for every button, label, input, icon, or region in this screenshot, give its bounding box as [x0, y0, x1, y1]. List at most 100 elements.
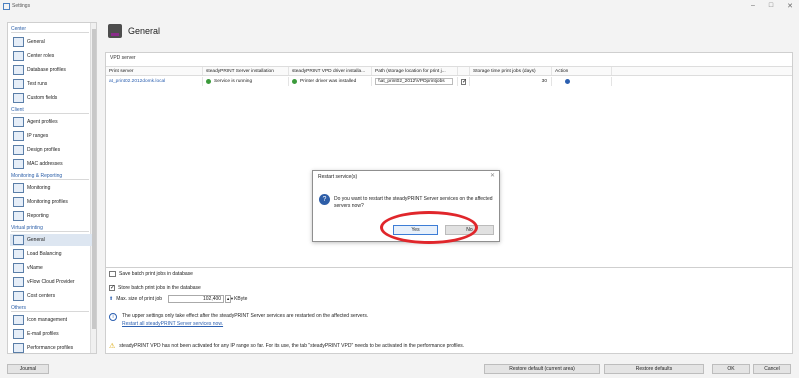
monitor-icon	[13, 183, 24, 193]
group-monitoring: Monitoring & Reporting	[11, 173, 89, 180]
max-size-row: ⬆ Max. size of print job 102,400 ▲▼ KByte	[109, 295, 247, 303]
users-icon	[13, 51, 24, 61]
info-row: i The upper settings only take effect aft…	[109, 313, 368, 327]
restore-defaults-button[interactable]: Restore defaults	[604, 364, 704, 374]
max-size-spinner[interactable]: ▲▼	[225, 295, 234, 303]
restore-current-button[interactable]: Restore default (current area)	[484, 364, 600, 374]
sidebar-item-design-profiles[interactable]: Design profiles	[13, 144, 91, 156]
vname-icon	[13, 263, 24, 273]
sidebar-item-email-profiles[interactable]: E-mail profiles	[13, 328, 91, 340]
window-title: Settings	[12, 3, 31, 9]
sidebar-item-label: Reporting	[27, 213, 49, 219]
minimize-button[interactable]: –	[751, 2, 755, 10]
sidebar-item-monitoring-profiles[interactable]: Monitoring profiles	[13, 196, 91, 208]
highlight-ellipse	[380, 211, 478, 244]
storage-days[interactable]: 30	[470, 77, 552, 86]
sidebar-scroll-thumb[interactable]	[92, 29, 96, 329]
vpd-server-section: VPD server Print server steadyPRINT Serv…	[105, 52, 793, 284]
path-cell: \\at_print02_2012\VPDprintjobs	[372, 77, 458, 86]
balance-icon	[13, 249, 24, 259]
sidebar-item-label: Center roles	[27, 53, 55, 59]
sidebar-item-label: MAC addresses	[27, 161, 63, 167]
sidebar-item-custom-fields[interactable]: Custom fields	[13, 92, 91, 104]
table-row[interactable]: at_print02.2012domk.local Service is run…	[106, 77, 792, 86]
cancel-button[interactable]: Cancel	[753, 364, 791, 374]
fields-icon	[13, 93, 24, 103]
sidebar-item-reporting[interactable]: Reporting	[13, 210, 91, 222]
info-text: The upper settings only take effect afte…	[122, 313, 369, 319]
max-size-label: Max. size of print job	[116, 296, 163, 302]
col-storage-time[interactable]: Storage time print jobs (days)	[470, 67, 552, 75]
path-input[interactable]: \\at_print02_2012\VPDprintjobs	[375, 78, 453, 85]
dialog-title: Restart service(s)	[318, 174, 358, 180]
sidebar-item-database-profiles[interactable]: Database profiles	[13, 64, 91, 76]
sidebar-item-label: Monitoring profiles	[27, 199, 68, 205]
question-icon: ?	[319, 194, 330, 205]
action-icon[interactable]	[565, 79, 570, 84]
footer-bar: Journal Restore default (current area) R…	[0, 362, 799, 378]
sidebar-item-test-runs[interactable]: Test runs	[13, 78, 91, 90]
path-checkbox[interactable]	[461, 78, 467, 85]
sidebar-item-general[interactable]: General	[13, 36, 91, 48]
maximize-button[interactable]: □	[769, 2, 773, 10]
info-icon: i	[109, 313, 117, 321]
store-row: Store batch print jobs in the database	[109, 284, 201, 291]
section-title: VPD server	[110, 55, 136, 61]
sidebar-item-label: Icon management	[27, 317, 68, 323]
driver-status: Printer driver was installed	[289, 77, 372, 86]
journal-button[interactable]: Journal	[7, 364, 49, 374]
group-virtual-printing: Virtual printing	[11, 225, 89, 232]
ok-button[interactable]: OK	[712, 364, 750, 374]
printer-small-icon	[109, 271, 116, 277]
close-button[interactable]: ✕	[787, 2, 793, 10]
report-icon	[13, 211, 24, 221]
sidebar-item-vflow[interactable]: vFlow Cloud Provider	[13, 276, 91, 288]
sidebar-item-label: Cost centers	[27, 293, 56, 299]
warning-icon: ⚠	[109, 343, 116, 350]
dialog-message: Do you want to restart the steadyPRINT S…	[334, 196, 493, 209]
path-checkbox-cell	[458, 77, 470, 86]
sidebar-item-ip-ranges[interactable]: IP ranges	[13, 130, 91, 142]
save-header: Save batch print jobs in database	[109, 271, 193, 277]
col-driver-install[interactable]: steadyPRINT VPD driver installa...	[289, 67, 372, 75]
sidebar-item-performance-profiles[interactable]: Performance profiles	[13, 342, 91, 353]
sidebar-item-icon-management[interactable]: Icon management	[13, 314, 91, 326]
sidebar-item-label: Design profiles	[27, 147, 61, 153]
sidebar-item-center-roles[interactable]: Center roles	[13, 50, 91, 62]
col-path[interactable]: Path (storage location for print j...	[372, 67, 458, 75]
col-action[interactable]: Action	[552, 67, 612, 75]
server-name[interactable]: at_print02.2012domk.local	[106, 77, 203, 86]
sidebar-item-monitoring[interactable]: Monitoring	[13, 182, 91, 194]
test-icon	[13, 79, 24, 89]
sidebar-item-load-balancing[interactable]: Load Balancing	[13, 248, 91, 260]
store-label: Store batch print jobs in the database	[118, 285, 201, 291]
table-header: Print server steadyPRINT Server installa…	[106, 66, 792, 76]
col-print-server[interactable]: Print server	[106, 67, 203, 75]
sidebar-item-cost-centers[interactable]: Cost centers	[13, 290, 91, 302]
col-printer-icon[interactable]	[458, 67, 470, 75]
general-icon	[13, 37, 24, 47]
network-icon	[13, 131, 24, 141]
col-server-install[interactable]: steadyPRINT Server installation	[203, 67, 289, 75]
title-bar: Settings – □ ✕	[0, 0, 799, 14]
sidebar-item-label: E-mail profiles	[27, 331, 59, 337]
monitor-profile-icon	[13, 197, 24, 207]
group-center: Center	[11, 26, 89, 33]
sidebar-item-agent-profiles[interactable]: Agent profiles	[13, 116, 91, 128]
max-size-unit: KByte	[234, 296, 248, 302]
save-header-label: Save batch print jobs in database	[119, 271, 193, 277]
sidebar-item-mac-addresses[interactable]: MAC addresses	[13, 158, 91, 170]
printer-icon	[13, 235, 24, 245]
sidebar-item-vp-general[interactable]: General	[10, 234, 92, 246]
sidebar-item-label: vFlow Cloud Provider	[27, 279, 75, 285]
performance-icon	[13, 343, 24, 353]
server-status-text: Service is running	[214, 79, 253, 84]
sidebar-item-label: Monitoring	[27, 185, 51, 191]
dialog-close-icon[interactable]: ✕	[490, 172, 495, 179]
store-checkbox[interactable]	[109, 284, 115, 291]
max-size-input[interactable]: 102,400	[168, 295, 225, 303]
sidebar-item-label: Performance profiles	[27, 345, 74, 351]
sidebar-item-vname[interactable]: vName	[13, 262, 91, 274]
page-title: General	[128, 26, 161, 36]
restart-services-link[interactable]: Restart all steadyPRINT Server services …	[122, 321, 368, 327]
